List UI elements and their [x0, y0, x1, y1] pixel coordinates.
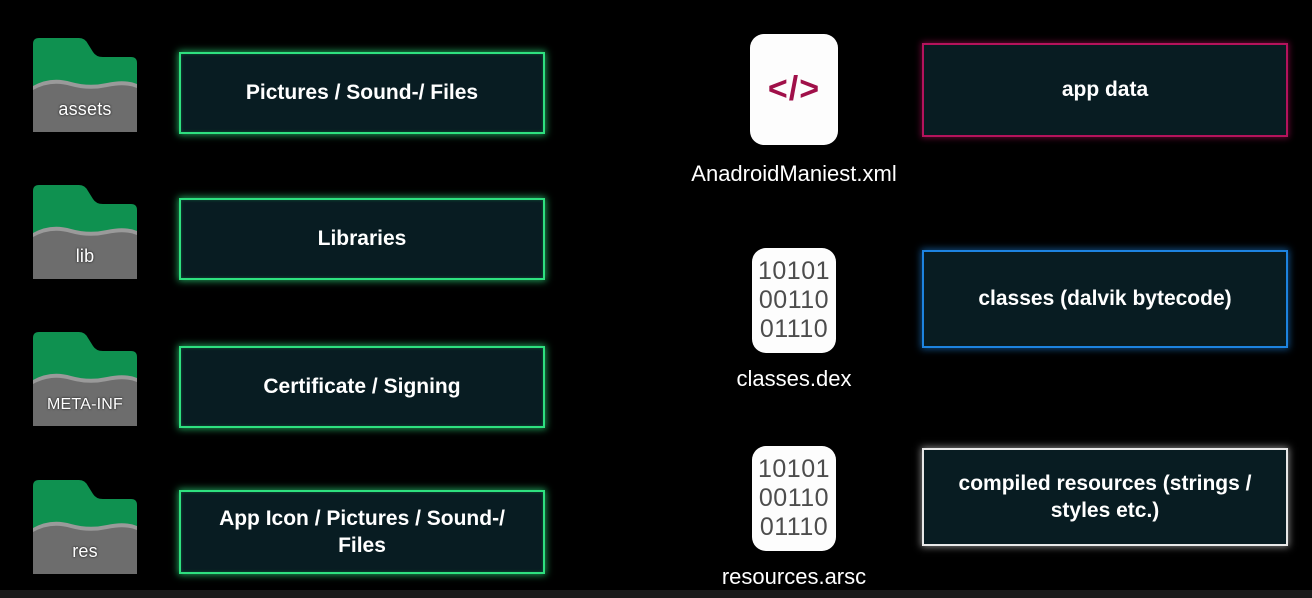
binary-file-icon-resources: 10101 00110 01110	[752, 446, 836, 551]
file-name-resources-arsc: resources.arsc	[721, 564, 867, 589]
description-box-label: app data	[1061, 78, 1149, 102]
description-box-app-data[interactable]: app data	[922, 43, 1288, 137]
binary-line: 01110	[759, 513, 829, 541]
xml-code-icon: </>	[750, 34, 838, 145]
folder-icon	[33, 332, 137, 426]
folder-icon-assets: assets	[31, 36, 139, 134]
binary-line: 00110	[758, 286, 830, 314]
folder-icon	[33, 38, 137, 132]
description-box-label: Certificate / Signing	[263, 375, 461, 399]
description-box-meta-inf[interactable]: Certificate / Signing	[179, 346, 545, 428]
binary-file-icon-classes: 10101 00110 01110	[752, 248, 836, 353]
description-box-label: classes (dalvik bytecode)	[978, 287, 1232, 311]
description-box-classes[interactable]: classes (dalvik bytecode)	[922, 250, 1288, 348]
binary-line: 01110	[759, 315, 829, 343]
description-box-label: App Icon / Pictures / Sound-/ Files	[219, 506, 505, 557]
binary-digits: 10101 00110 01110	[758, 257, 830, 344]
description-box-label: Libraries	[317, 227, 407, 251]
binary-line: 10101	[757, 455, 831, 483]
file-name-classes-dex: classes.dex	[736, 366, 852, 391]
binary-line: 00110	[758, 484, 830, 512]
description-box-resources[interactable]: compiled resources (strings / styles etc…	[922, 448, 1288, 546]
description-box-lib[interactable]: Libraries	[179, 198, 545, 280]
description-box-assets[interactable]: Pictures / Sound-/ Files	[179, 52, 545, 134]
code-brackets-icon: </>	[767, 70, 821, 108]
folder-icon	[33, 185, 137, 279]
folder-icon-lib: lib	[31, 183, 139, 281]
binary-line: 10101	[757, 257, 831, 285]
description-box-label: compiled resources (strings / styles etc…	[958, 471, 1252, 522]
file-name-manifest: AnadroidManiest.xml	[691, 161, 897, 186]
apk-structure-slide: assets Pictures / Sound-/ Files lib Libr…	[0, 0, 1312, 598]
folder-icon	[33, 480, 137, 574]
description-box-res[interactable]: App Icon / Pictures / Sound-/ Files	[179, 490, 545, 574]
folder-icon-meta-inf: META-INF	[31, 330, 139, 428]
folder-icon-res: res	[31, 478, 139, 576]
bottom-strip	[0, 590, 1312, 598]
binary-digits: 10101 00110 01110	[758, 455, 830, 542]
description-box-label: Pictures / Sound-/ Files	[245, 81, 479, 105]
